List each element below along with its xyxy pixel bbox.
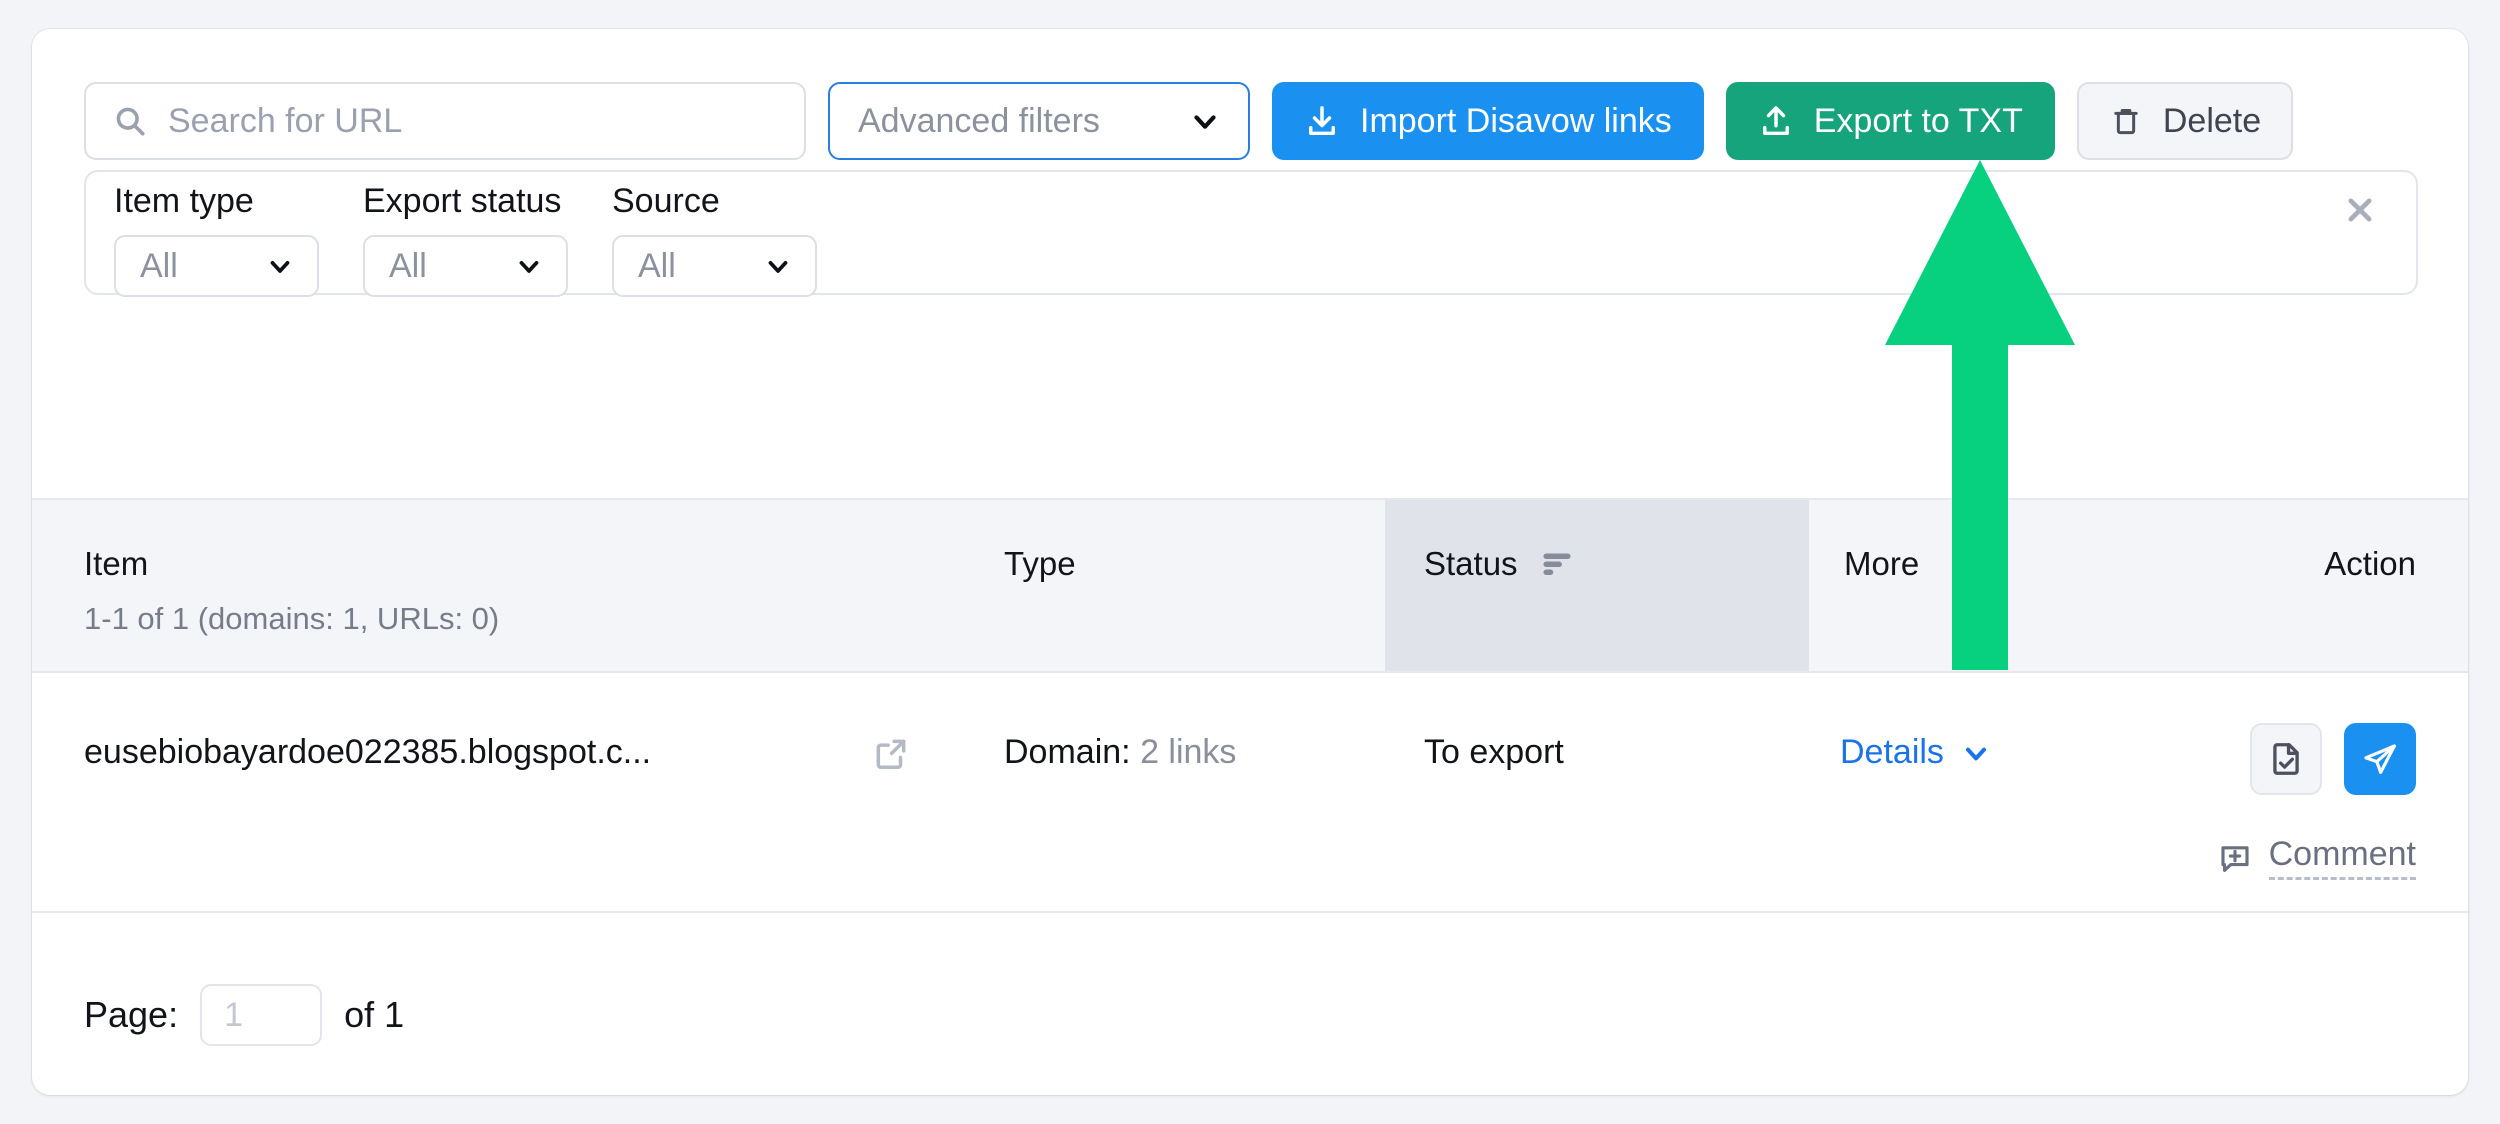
export-to-txt-button[interactable]: Export to TXT [1726,82,2055,160]
chevron-down-icon [763,251,793,281]
column-header-status-label: Status [1424,545,1518,582]
status-column-highlight [1385,500,1809,671]
advanced-filters-dropdown[interactable]: Advanced filters [828,82,1250,160]
disavow-tool-card: Search for URL Advanced filters Imp [32,29,2468,1095]
column-header-status[interactable]: Status [1424,545,1573,585]
send-button[interactable] [2344,723,2416,795]
filter-group-list: Item type All Export status All [114,182,817,297]
column-header-item: Item [84,545,148,583]
filter-export-status: Export status All [363,182,568,297]
column-header-type: Type [1004,545,1076,583]
filter-export-status-value: All [389,247,427,286]
disavow-table: Item 1-1 of 1 (domains: 1, URLs: 0) Type… [32,498,2468,913]
search-icon [112,103,148,139]
advanced-filters-panel: Item type All Export status All [84,170,2418,295]
row-details-toggle[interactable]: Details [1840,733,1992,772]
table-header-row: Item 1-1 of 1 (domains: 1, URLs: 0) Type… [32,498,2468,673]
search-input[interactable]: Search for URL [84,82,806,160]
filter-item-type: Item type All [114,182,319,297]
chevron-down-icon [1188,104,1222,138]
row-details-label: Details [1840,733,1944,772]
upload-icon [1758,103,1794,139]
trash-icon [2109,104,2143,138]
filter-source-value: All [638,247,676,286]
paper-plane-icon [2360,739,2400,779]
chevron-down-icon [514,251,544,281]
filter-export-status-label: Export status [363,182,568,221]
download-icon [1304,103,1340,139]
import-button-label: Import Disavow links [1360,102,1672,141]
row-type-label: Domain: [1004,733,1131,771]
sort-descending-icon[interactable] [1541,547,1573,585]
row-type-value: 2 links [1140,733,1236,771]
import-disavow-links-button[interactable]: Import Disavow links [1272,82,1704,160]
page-label: Page: [84,994,178,1036]
filter-source-label: Source [612,182,817,221]
chevron-down-icon [1960,737,1992,769]
filter-export-status-select[interactable]: All [363,235,568,297]
chevron-down-icon [265,251,295,281]
close-icon[interactable] [2340,190,2380,230]
column-header-more: More [1844,545,1919,583]
row-status: To export [1424,733,1564,772]
export-button-label: Export to TXT [1814,102,2023,141]
row-item-url[interactable]: eusebiobayardoe022385.blogspot.c... [84,733,651,772]
page-number-input[interactable]: 1 [200,984,322,1046]
toolbar: Search for URL Advanced filters Imp [84,82,2293,160]
filter-item-type-select[interactable]: All [114,235,319,297]
screenshot-root: Search for URL Advanced filters Imp [0,0,2500,1124]
search-placeholder: Search for URL [168,102,402,141]
mark-reviewed-button[interactable] [2250,723,2322,795]
pagination: Page: 1 of 1 [84,984,404,1046]
add-comment-link[interactable]: Comment [2217,835,2416,880]
comment-add-icon [2217,840,2253,876]
external-link-icon[interactable] [872,735,910,773]
item-count-summary: 1-1 of 1 (domains: 1, URLs: 0) [84,601,499,637]
filter-item-type-label: Item type [114,182,319,221]
row-action-buttons [2250,723,2416,795]
document-check-icon [2267,740,2305,778]
delete-button[interactable]: Delete [2077,82,2293,160]
comment-label: Comment [2269,835,2416,880]
filter-item-type-value: All [140,247,178,286]
filter-source: Source All [612,182,817,297]
page-number-placeholder: 1 [224,996,243,1035]
delete-button-label: Delete [2163,102,2261,141]
row-type: Domain: 2 links [1004,733,1236,772]
filter-source-select[interactable]: All [612,235,817,297]
table-row: eusebiobayardoe022385.blogspot.c... Doma… [32,673,2468,913]
advanced-filters-label: Advanced filters [858,102,1100,141]
page-total-label: of 1 [344,994,404,1036]
column-header-action: Action [2324,545,2416,583]
